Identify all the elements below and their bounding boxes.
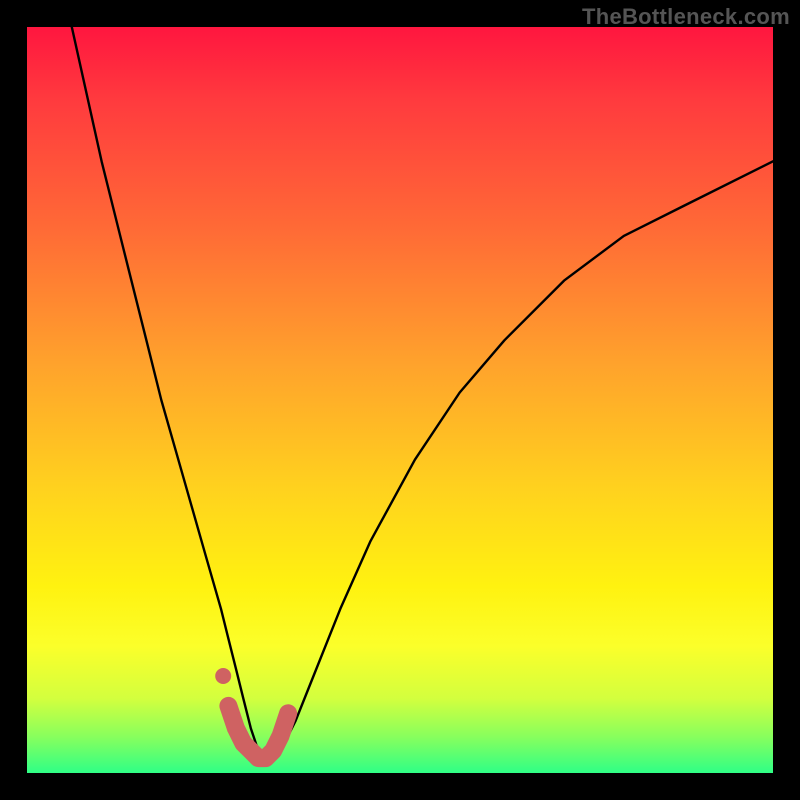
- plot-area: [27, 27, 773, 773]
- chart-svg: [27, 27, 773, 773]
- outer-frame: TheBottleneck.com: [0, 0, 800, 800]
- bottleneck-curve-path: [72, 27, 773, 758]
- watermark-text: TheBottleneck.com: [582, 4, 790, 30]
- highlight-segment-path: [228, 706, 288, 758]
- highlight-dot: [215, 668, 231, 684]
